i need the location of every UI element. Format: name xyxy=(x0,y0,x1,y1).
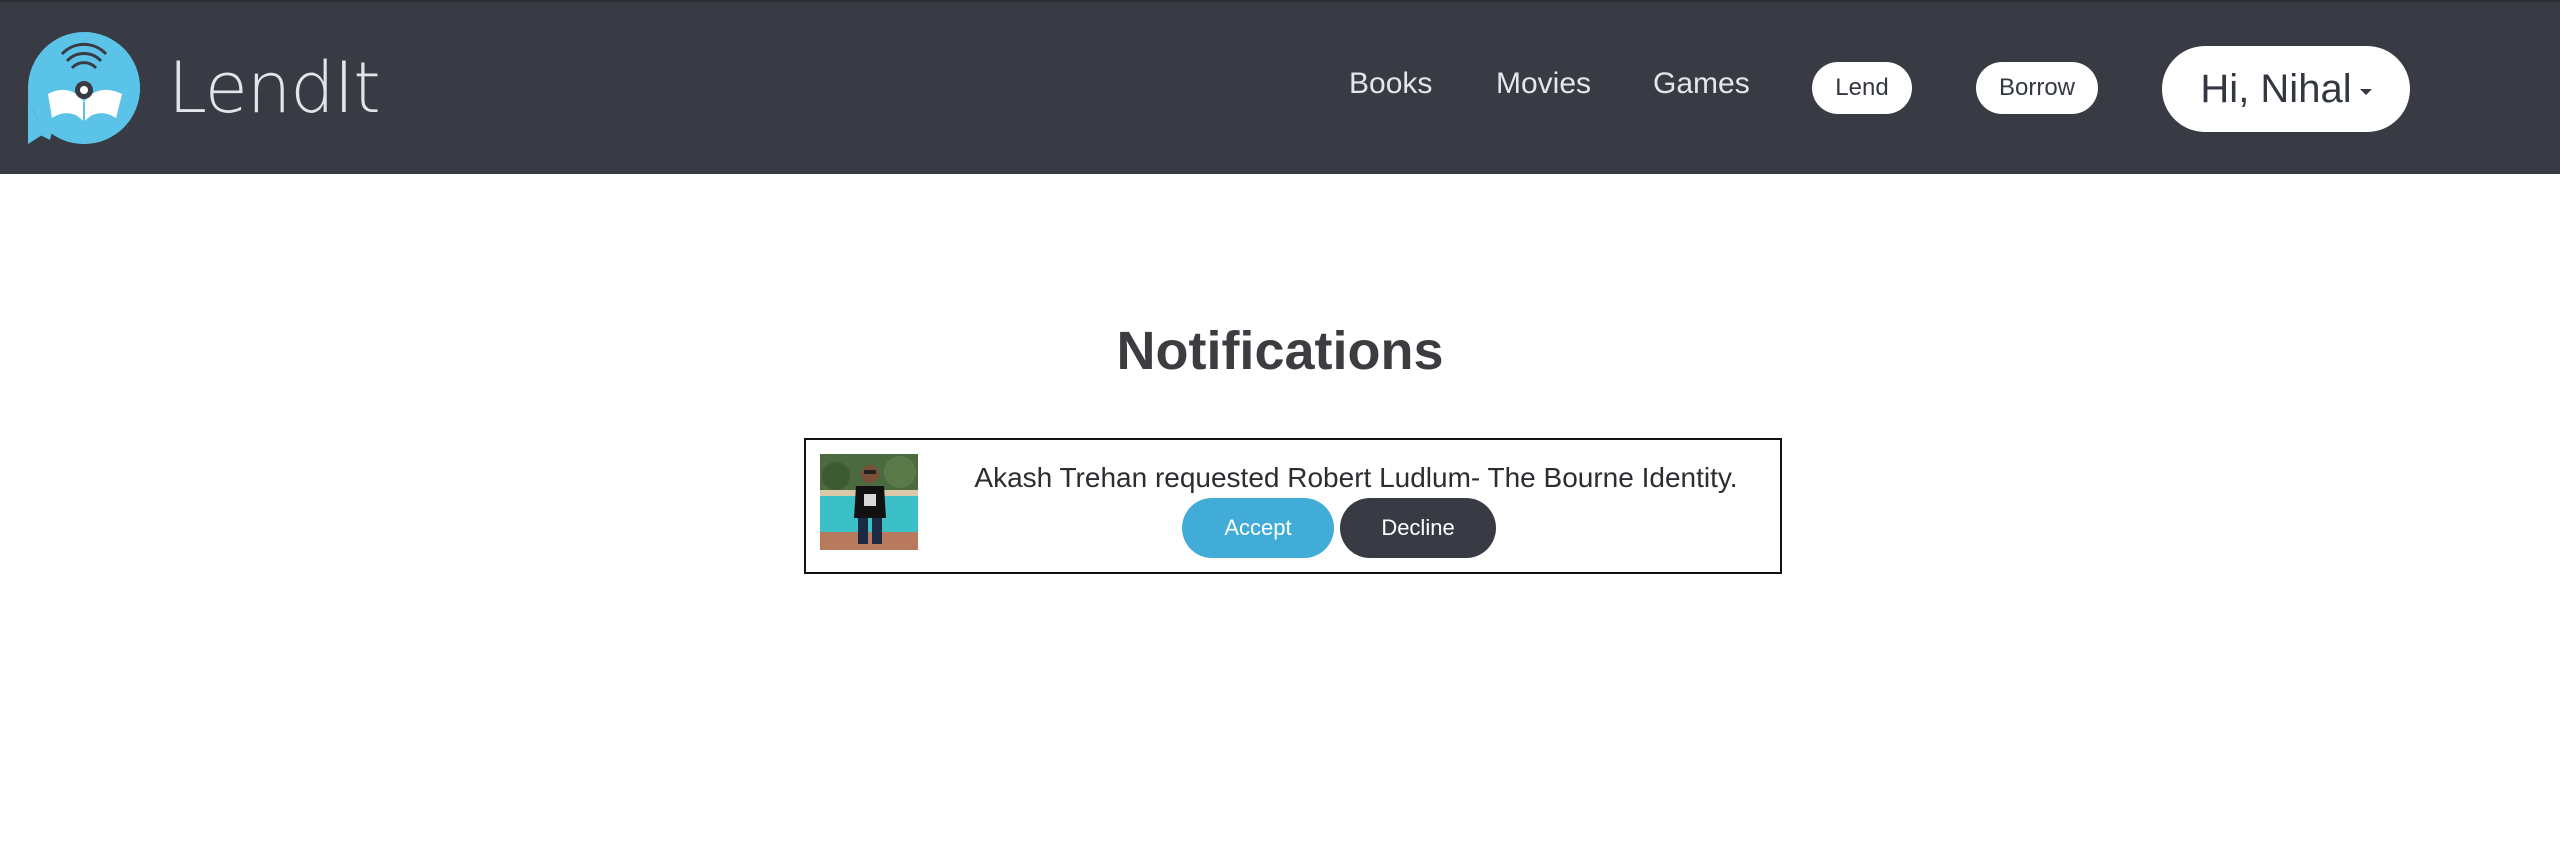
page-title: Notifications xyxy=(1116,321,1444,381)
notification-message: Akash Trehan requested Robert Ludlum- Th… xyxy=(974,462,1738,493)
nav-link-movies[interactable]: Movies xyxy=(1496,66,1591,102)
decline-button[interactable]: Decline xyxy=(1340,498,1496,558)
caret-down-icon xyxy=(2359,89,2372,95)
avatar xyxy=(820,454,918,550)
brand-name: LendIt xyxy=(168,47,381,129)
lend-button[interactable]: Lend xyxy=(1812,62,1912,114)
accept-button-label: Accept xyxy=(1224,515,1292,540)
decline-button-label: Decline xyxy=(1381,515,1455,540)
user-greeting: Hi, Nihal xyxy=(2200,66,2352,111)
lend-button-label: Lend xyxy=(1835,74,1889,101)
nav-link-games[interactable]: Games xyxy=(1653,66,1750,102)
nav-link-books[interactable]: Books xyxy=(1349,66,1432,102)
navbar: LendIt Books Movies Games Lend Borrow Hi… xyxy=(0,0,2560,174)
accept-button[interactable]: Accept xyxy=(1182,498,1334,558)
notification-card: Akash Trehan requested Robert Ludlum- Th… xyxy=(804,438,1782,574)
borrow-button-label: Borrow xyxy=(1998,74,2076,101)
user-menu-button[interactable]: Hi, Nihal xyxy=(2162,46,2410,132)
lendit-logo-icon xyxy=(28,32,140,144)
borrow-button[interactable]: Borrow xyxy=(1976,62,2098,114)
brand[interactable]: LendIt xyxy=(26,30,381,146)
